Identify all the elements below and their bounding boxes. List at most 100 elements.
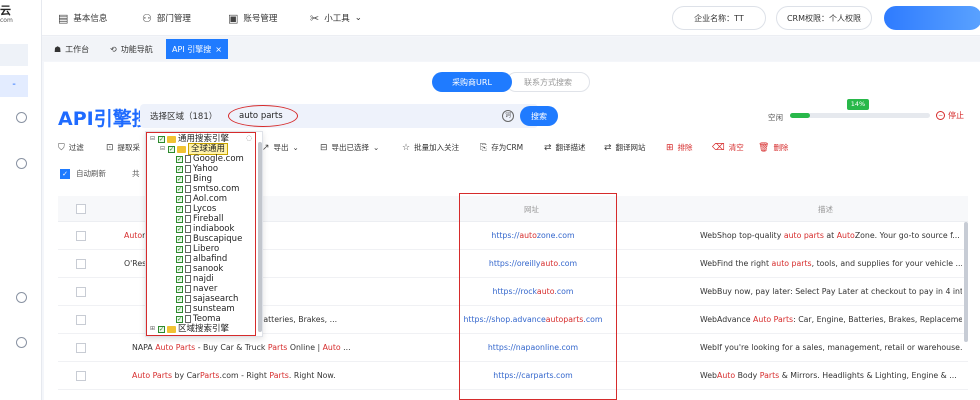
eraser-icon: ⌫ — [712, 142, 725, 153]
keyword-input[interactable]: auto parts — [228, 105, 298, 127]
checkbox-checked[interactable]: ✓ — [168, 145, 175, 153]
tree-engine-item[interactable]: ✓ Aol.com — [176, 194, 227, 204]
tree-engine-item[interactable]: ✓ indiabook — [176, 224, 234, 234]
page-icon — [185, 215, 191, 223]
rail-selected-item[interactable]: - — [0, 75, 28, 97]
exclude-icon: ⊞ — [666, 142, 674, 153]
tree-engine-item[interactable]: ✓ sunsteam — [176, 304, 235, 314]
row-checkbox[interactable] — [76, 371, 86, 381]
row-title[interactable]: NAPA Auto Parts - Buy Car & Truck Parts … — [132, 343, 432, 352]
nav-tools[interactable]: ✂ 小工具 ⌄ — [310, 11, 362, 25]
checkbox-checked[interactable]: ✓ — [176, 175, 183, 183]
checkbox-checked[interactable]: ✓ — [158, 135, 165, 143]
contact-search-toggle[interactable]: 联系方式搜索 — [506, 72, 590, 92]
home-icon: ☗ — [54, 44, 62, 54]
checkbox-checked[interactable]: ✓ — [176, 205, 183, 213]
users-icon: ⚇ — [142, 11, 152, 25]
tree-engine-item[interactable]: ✓ Google.com — [176, 154, 244, 164]
filter-button[interactable]: ⛉ 过滤 — [58, 142, 84, 153]
tree-engine-item[interactable]: ✓ Yahoo — [176, 164, 218, 174]
checkbox-checked[interactable]: ✓ — [176, 195, 183, 203]
row-checkbox[interactable] — [76, 259, 86, 269]
checkbox-checked[interactable]: ✓ — [158, 325, 165, 333]
save-crm-button[interactable]: ⎘ 存为CRM — [480, 142, 523, 153]
checkbox-checked[interactable]: ✓ — [176, 285, 183, 293]
auto-refresh-toggle[interactable]: ✓ 自动刷新 — [60, 168, 106, 179]
tree-regional[interactable]: ⊞ ✓ 区域搜索引擎 — [150, 324, 229, 334]
nav-department[interactable]: ⚇ 部门管理 — [142, 11, 191, 25]
export-button[interactable]: ↗ 导出 ⌄ — [262, 142, 299, 153]
tree-engine-item[interactable]: ✓ smtso.com — [176, 184, 239, 194]
tree-group[interactable]: ⊟ ✓ 全球通用 — [160, 143, 229, 155]
stop-button[interactable]: − 停止 — [936, 110, 964, 121]
extract-button[interactable]: ⊡ 提取采 — [106, 142, 140, 153]
tree-engine-item[interactable]: ✓ Buscapique — [176, 234, 242, 244]
user-avatar[interactable] — [884, 6, 980, 30]
translate-icon: ⇄ — [604, 142, 612, 153]
buyer-url-toggle[interactable]: 采购商URL — [432, 72, 512, 92]
translate-site-button[interactable]: ⇄ 翻译网站 — [604, 142, 646, 153]
checkbox-checked[interactable]: ✓ — [176, 215, 183, 223]
checkbox-checked[interactable]: ✓ — [176, 295, 183, 303]
tree-engine-item[interactable]: ✓ naver — [176, 284, 217, 294]
tab-api-search[interactable]: API 引擎搜 × — [166, 39, 228, 59]
checkbox-checked[interactable]: ✓ — [176, 225, 183, 233]
delete-button[interactable]: 🗑 删除 — [758, 142, 788, 153]
tree-scrollbar[interactable] — [258, 142, 262, 332]
tree-engine-item[interactable]: ✓ sajasearch — [176, 294, 238, 304]
tree-engine-item[interactable]: ✓ Libero — [176, 244, 219, 254]
page-icon — [185, 155, 191, 163]
row-checkbox[interactable] — [76, 231, 86, 241]
checkbox-checked[interactable]: ✓ — [176, 255, 183, 263]
tree-engine-item[interactable]: ✓ Lycos — [176, 204, 216, 214]
search-button[interactable]: 搜索 — [520, 106, 558, 126]
translate-desc-button[interactable]: ⇄ 翻译描述 — [544, 142, 586, 153]
checkbox-checked[interactable]: ✓ — [176, 185, 183, 193]
checkbox-checked[interactable]: ✓ — [176, 305, 183, 313]
tab-function-nav[interactable]: ⟲ 功能导航 — [104, 39, 159, 59]
checkbox-checked[interactable]: ✓ — [176, 235, 183, 243]
tree-engine-item[interactable]: ✓ Fireball — [176, 214, 224, 224]
checkbox-checked[interactable]: ✓ — [176, 315, 183, 323]
checkbox-checked[interactable]: ✓ — [176, 155, 183, 163]
page-icon — [185, 175, 191, 183]
export-selected-button[interactable]: ⊟ 导出已选择 ⌄ — [320, 142, 379, 153]
row-title[interactable]: Auto Parts by CarParts.com - Right Parts… — [132, 371, 432, 380]
rail-nav-icon[interactable] — [16, 112, 27, 123]
region-select[interactable]: 选择区域（181） — [150, 110, 217, 122]
clear-button[interactable]: ⌫ 清空 — [712, 142, 744, 153]
tree-engine-item[interactable]: ✓ sanook — [176, 264, 223, 274]
collapse-icon: ⊟ — [160, 145, 166, 152]
search-bar: 选择区域（181） auto parts — [140, 104, 538, 128]
checkbox-checked[interactable]: ✓ — [176, 165, 183, 173]
checkbox-checked[interactable]: ✓ — [176, 265, 183, 273]
doc-icon: ▤ — [58, 11, 69, 25]
rail-nav-icon[interactable] — [16, 158, 27, 169]
rail-nav-icon[interactable] — [16, 292, 27, 303]
row-description: WebFind the right auto parts, tools, and… — [700, 259, 962, 268]
close-icon[interactable]: × — [215, 45, 222, 54]
table-scrollbar[interactable] — [964, 222, 968, 342]
tree-engine-item[interactable]: ✓ albafind — [176, 254, 227, 264]
batch-follow-button[interactable]: ☆ 批量加入关注 — [402, 142, 459, 153]
tree-engine-item[interactable]: ✓ Teoma — [176, 314, 221, 324]
select-all-checkbox[interactable] — [76, 204, 86, 214]
tree-engine-item[interactable]: ✓ Bing — [176, 174, 212, 184]
checkbox-checked[interactable]: ✓ — [60, 168, 70, 179]
nav-basic-info[interactable]: ▤ 基本信息 — [58, 11, 107, 25]
page-icon — [185, 185, 191, 193]
translate-icon: ⇄ — [544, 142, 552, 153]
row-checkbox[interactable] — [76, 315, 86, 325]
nav-account[interactable]: ▣ 账号管理 — [228, 11, 277, 25]
tab-workbench[interactable]: ☗ 工作台 — [48, 39, 95, 59]
checkbox-checked[interactable]: ✓ — [176, 275, 183, 283]
dedup-button[interactable]: ⊞ 排除 — [666, 142, 693, 153]
checkbox-checked[interactable]: ✓ — [176, 245, 183, 253]
tree-engine-item[interactable]: ✓ najdi — [176, 274, 214, 284]
rail-nav-icon[interactable] — [16, 337, 27, 348]
keyword-settings-icon[interactable]: 词 — [502, 110, 514, 122]
export-selected-icon: ⊟ — [320, 142, 328, 153]
row-checkbox[interactable] — [76, 287, 86, 297]
row-checkbox[interactable] — [76, 343, 86, 353]
page-icon — [185, 245, 191, 253]
